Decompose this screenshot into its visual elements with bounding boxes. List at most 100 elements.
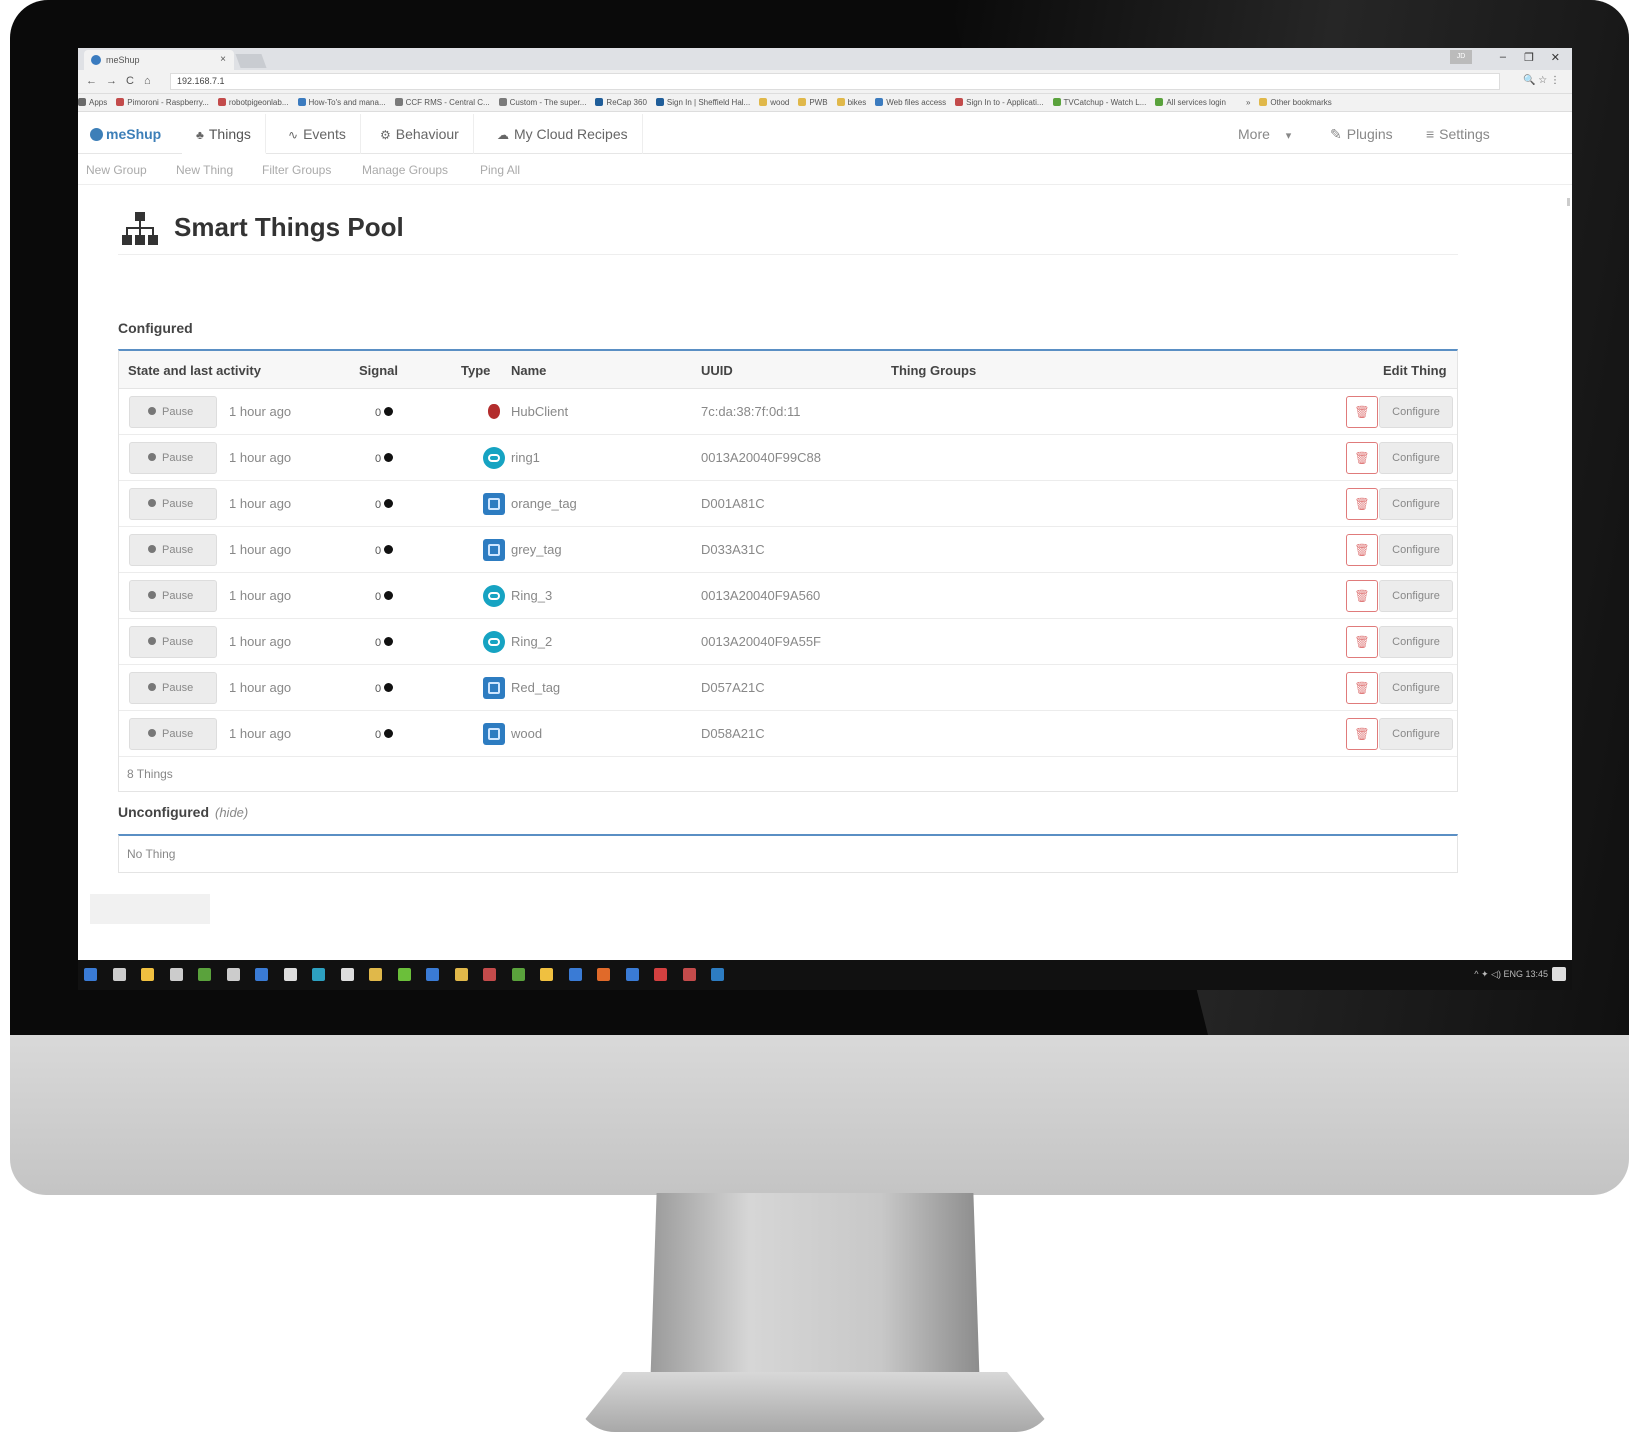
nav-events[interactable]: ∿ Events xyxy=(274,114,361,154)
taskbar-app-icon[interactable] xyxy=(625,968,639,981)
taskbar-app-icon[interactable] xyxy=(255,968,268,981)
manage-groups-link[interactable]: Manage Groups xyxy=(362,163,448,177)
nav-things[interactable]: ♣ Things xyxy=(182,114,266,154)
bookmark-item[interactable]: CCF RMS - Central C... xyxy=(394,98,490,107)
pause-button[interactable]: Pause xyxy=(129,488,217,520)
taskbar-app-icon[interactable] xyxy=(426,968,439,981)
bookmark-item[interactable]: How-To's and mana... xyxy=(297,98,386,107)
more-dropdown[interactable]: More ▾ xyxy=(1238,126,1291,142)
scrollbar[interactable] xyxy=(1567,198,1570,206)
delete-thing-button[interactable]: 🗑 xyxy=(1346,534,1378,566)
taskbar-app-icon[interactable] xyxy=(682,968,696,981)
delete-thing-button[interactable]: 🗑 xyxy=(1346,626,1378,658)
thing-name[interactable]: grey_tag xyxy=(511,542,562,557)
pause-button[interactable]: Pause xyxy=(129,396,217,428)
taskbar-app-icon[interactable] xyxy=(454,968,468,981)
bookmark-item[interactable]: Sign In to - Applicati... xyxy=(955,98,1044,107)
hide-link[interactable]: (hide) xyxy=(215,805,248,820)
delete-thing-button[interactable]: 🗑 xyxy=(1346,488,1378,520)
bookmark-item[interactable]: robotpigeonlab... xyxy=(217,98,289,107)
bookmark-item[interactable]: Sign In | Sheffield Hal... xyxy=(655,98,750,107)
reload-icon[interactable]: C xyxy=(126,75,134,87)
new-group-link[interactable]: New Group xyxy=(86,163,147,177)
browser-tab[interactable]: meShup × xyxy=(84,50,234,70)
thing-name[interactable]: HubClient xyxy=(511,404,568,419)
bookmark-item[interactable]: Web files access xyxy=(875,98,946,107)
brand-logo[interactable]: meShup xyxy=(90,126,161,142)
filter-groups-link[interactable]: Filter Groups xyxy=(262,163,331,177)
tab-close-icon[interactable]: × xyxy=(220,54,226,65)
windows-start-icon[interactable] xyxy=(84,968,97,981)
bookmark-item[interactable]: Other bookmarks xyxy=(1259,98,1332,107)
nav-cloud-recipes[interactable]: ☁ My Cloud Recipes xyxy=(483,114,643,154)
bookmark-item[interactable]: Custom - The super... xyxy=(498,98,586,107)
bookmark-item[interactable]: All services login xyxy=(1155,98,1226,107)
taskbar-app-icon[interactable] xyxy=(711,968,724,981)
home-icon[interactable]: ⌂ xyxy=(144,75,151,87)
pause-button[interactable]: Pause xyxy=(129,534,217,566)
nav-behaviour[interactable]: ⚙ Behaviour xyxy=(366,114,474,154)
delete-thing-button[interactable]: 🗑 xyxy=(1346,580,1378,612)
taskbar-app-icon[interactable] xyxy=(312,968,325,981)
profile-badge[interactable]: JD xyxy=(1450,50,1472,64)
taskbar-app-icon[interactable] xyxy=(369,968,382,981)
bookmark-item[interactable]: » xyxy=(1234,98,1250,107)
bookmark-item[interactable]: PWB xyxy=(798,98,828,107)
minimize-icon[interactable]: – xyxy=(1500,51,1506,63)
thing-name[interactable]: Ring_2 xyxy=(511,634,552,649)
taskbar-app-icon[interactable] xyxy=(397,968,411,981)
pause-button[interactable]: Pause xyxy=(129,580,217,612)
configure-button[interactable]: Configure xyxy=(1379,442,1453,474)
new-tab-button[interactable] xyxy=(235,54,267,68)
taskbar-app-icon[interactable] xyxy=(340,968,354,981)
thing-name[interactable]: Red_tag xyxy=(511,680,560,695)
bookmark-item[interactable]: wood xyxy=(759,98,789,107)
configure-button[interactable]: Configure xyxy=(1379,672,1453,704)
taskbar-app-icon[interactable] xyxy=(654,968,667,981)
notifications-icon[interactable] xyxy=(1552,967,1566,981)
pause-button[interactable]: Pause xyxy=(129,442,217,474)
taskbar-app-icon[interactable] xyxy=(483,968,496,981)
ping-all-link[interactable]: Ping All xyxy=(480,163,520,177)
thing-name[interactable]: Ring_3 xyxy=(511,588,552,603)
thing-name[interactable]: orange_tag xyxy=(511,496,577,511)
taskbar-app-icon[interactable] xyxy=(568,968,582,981)
bookmark-item[interactable]: Pimoroni - Raspberry... xyxy=(116,98,209,107)
taskbar-app-icon[interactable] xyxy=(511,968,525,981)
taskbar-app-icon[interactable] xyxy=(226,968,240,981)
taskbar-app-icon[interactable] xyxy=(141,968,154,981)
url-field[interactable]: 192.168.7.1 xyxy=(170,73,1500,90)
delete-thing-button[interactable]: 🗑 xyxy=(1346,442,1378,474)
taskbar-app-icon[interactable] xyxy=(112,968,126,981)
configure-button[interactable]: Configure xyxy=(1379,580,1453,612)
bookmark-item[interactable]: TVCatchup - Watch L... xyxy=(1052,98,1146,107)
forward-icon[interactable]: → xyxy=(106,75,117,87)
pause-button[interactable]: Pause xyxy=(129,626,217,658)
configure-button[interactable]: Configure xyxy=(1379,718,1453,750)
maximize-icon[interactable]: ❐ xyxy=(1524,51,1534,64)
thing-name[interactable]: wood xyxy=(511,726,542,741)
pause-button[interactable]: Pause xyxy=(129,672,217,704)
system-tray[interactable]: ^ ✦ ◁) ENG 13:45 xyxy=(1474,969,1548,980)
new-thing-link[interactable]: New Thing xyxy=(176,163,233,177)
thing-name[interactable]: ring1 xyxy=(511,450,540,465)
taskbar-app-icon[interactable] xyxy=(198,968,211,981)
delete-thing-button[interactable]: 🗑 xyxy=(1346,396,1378,428)
taskbar-app-icon[interactable] xyxy=(540,968,553,981)
pause-button[interactable]: Pause xyxy=(129,718,217,750)
back-icon[interactable]: ← xyxy=(86,75,97,87)
configure-button[interactable]: Configure xyxy=(1379,534,1453,566)
taskbar-app-icon[interactable] xyxy=(597,968,610,981)
taskbar-app-icon[interactable] xyxy=(283,968,297,981)
configure-button[interactable]: Configure xyxy=(1379,396,1453,428)
bookmark-item[interactable]: Apps xyxy=(78,98,107,107)
nav-plugins[interactable]: ✎ Plugins xyxy=(1330,126,1393,143)
configure-button[interactable]: Configure xyxy=(1379,488,1453,520)
delete-thing-button[interactable]: 🗑 xyxy=(1346,672,1378,704)
delete-thing-button[interactable]: 🗑 xyxy=(1346,718,1378,750)
address-actions-icon[interactable]: 🔍 ☆ ⋮ xyxy=(1523,75,1560,86)
nav-settings[interactable]: ≡ Settings xyxy=(1426,126,1490,142)
close-window-icon[interactable]: ✕ xyxy=(1551,51,1560,64)
bookmark-item[interactable]: bikes xyxy=(836,98,866,107)
configure-button[interactable]: Configure xyxy=(1379,626,1453,658)
